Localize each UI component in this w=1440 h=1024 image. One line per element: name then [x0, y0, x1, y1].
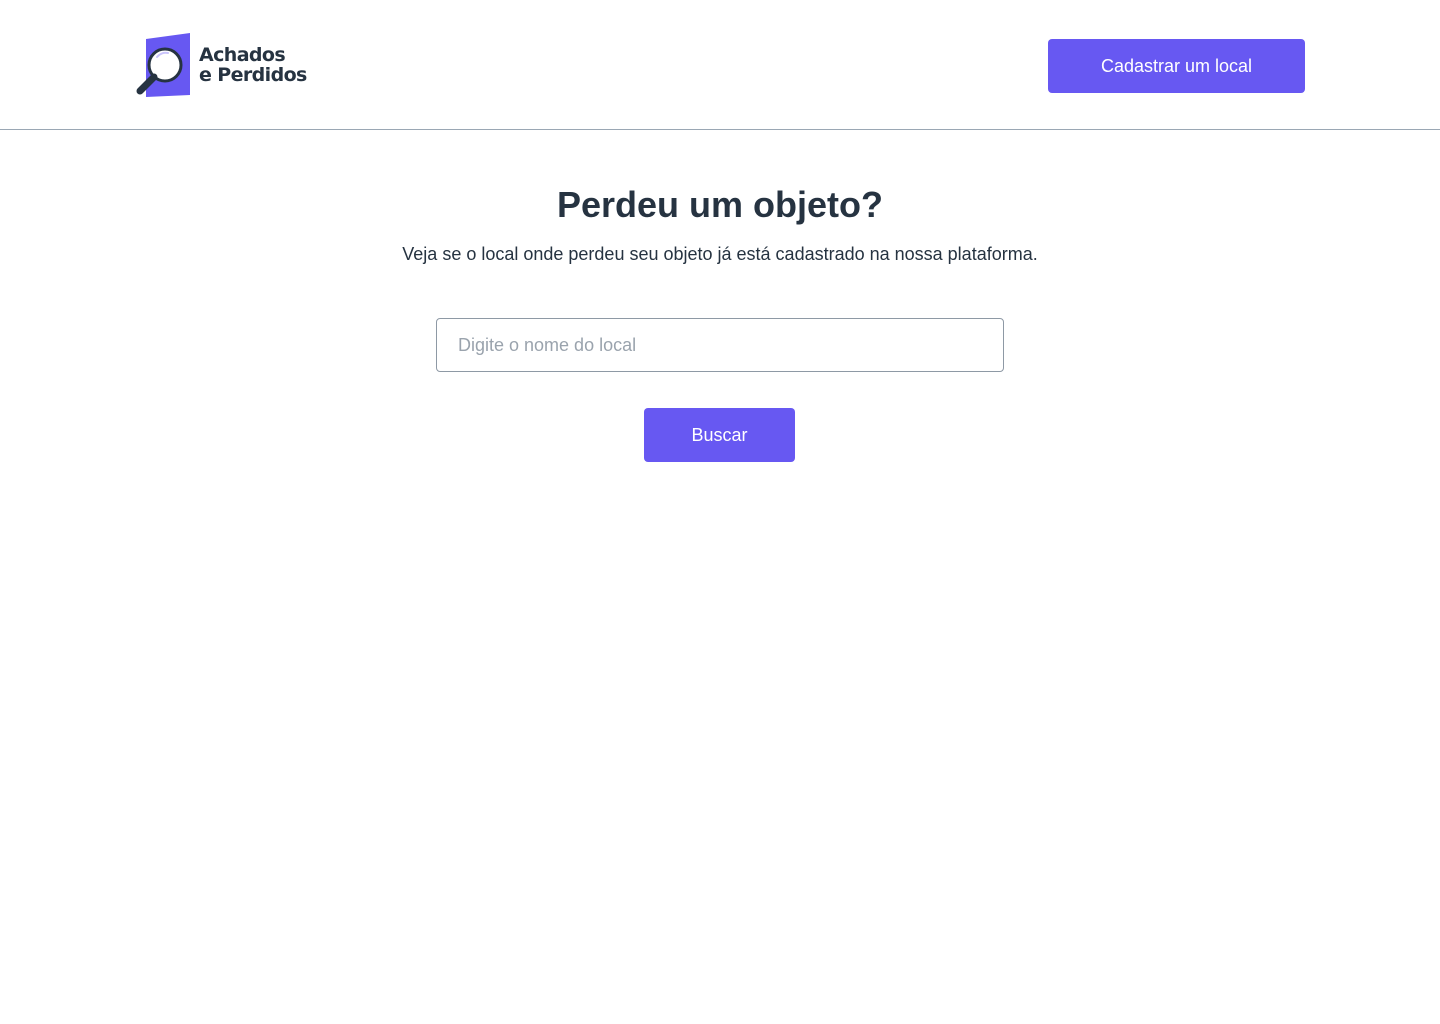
- logo-line-1: Achados: [199, 44, 286, 66]
- search-button[interactable]: Buscar: [644, 408, 795, 462]
- logo[interactable]: Achados e Perdidos: [134, 33, 309, 99]
- magnifying-glass-icon: [136, 33, 190, 97]
- page-subtitle: Veja se o local onde perdeu seu objeto j…: [402, 244, 1038, 264]
- page-title: Perdeu um objeto?: [556, 184, 884, 225]
- location-search-input[interactable]: [436, 318, 1004, 372]
- logo-line-2: e Perdidos: [199, 64, 307, 86]
- register-location-button[interactable]: Cadastrar um local: [1048, 39, 1305, 93]
- header: Achados e Perdidos Cadastrar um local: [0, 0, 1440, 130]
- logo-text: Achados e Perdidos: [199, 45, 307, 85]
